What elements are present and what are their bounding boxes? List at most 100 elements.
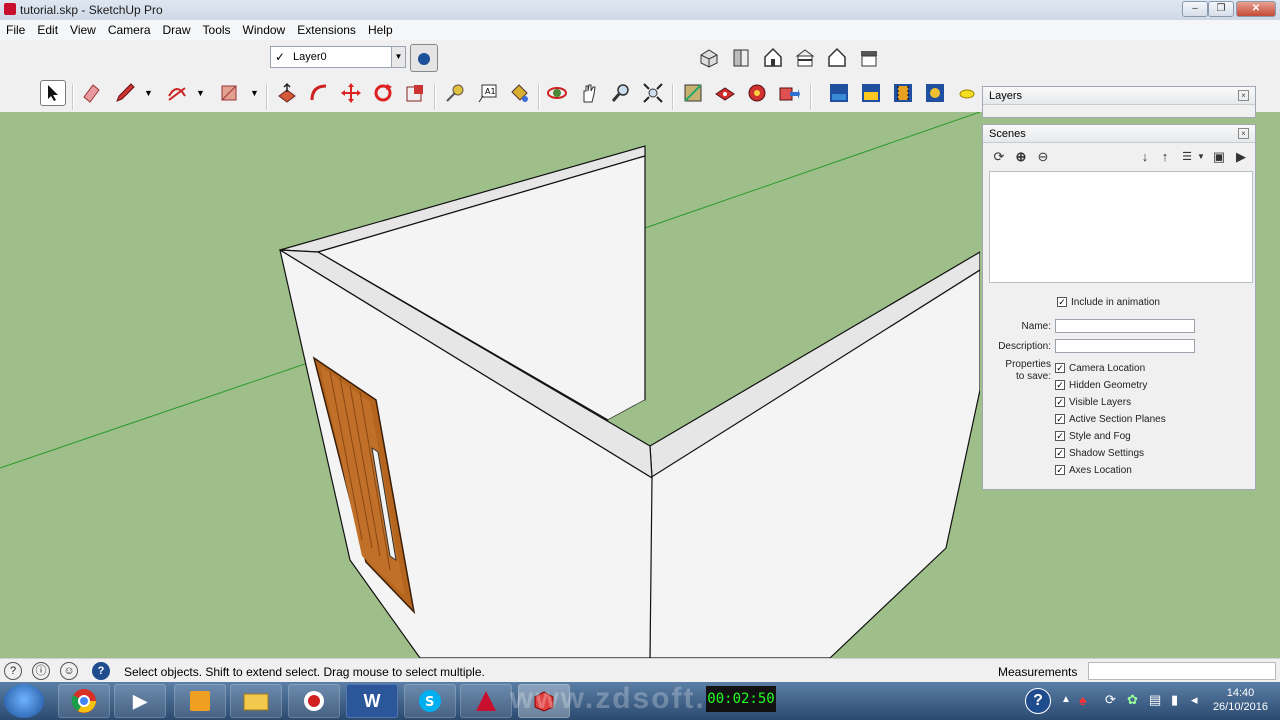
- back-view-icon[interactable]: [824, 44, 850, 70]
- sun-shadow-icon[interactable]: [954, 80, 980, 106]
- device-tray-icon[interactable]: ▤: [1149, 692, 1161, 708]
- svg-text:A1: A1: [485, 87, 496, 96]
- shadow-settings-checkbox[interactable]: ✓: [1055, 448, 1065, 458]
- menu-tools[interactable]: Tools: [197, 20, 237, 37]
- menu-view[interactable]: View: [64, 20, 102, 37]
- scenes-panel-header[interactable]: Scenes ×: [983, 125, 1255, 143]
- explorer-taskbar-icon[interactable]: [230, 684, 282, 718]
- move-scene-up-icon[interactable]: ↑: [1157, 149, 1173, 165]
- clock-time: 14:40: [1226, 687, 1255, 699]
- chevron-down-icon[interactable]: ▼: [1193, 149, 1209, 165]
- zoom-extents-icon[interactable]: [640, 80, 666, 106]
- green-axis-line: [644, 112, 980, 229]
- move-scene-down-icon[interactable]: ↓: [1137, 149, 1153, 165]
- hide-details-icon[interactable]: ▶: [1233, 149, 1249, 165]
- components-icon[interactable]: [712, 80, 738, 106]
- camera-location-checkbox[interactable]: ✓: [1055, 363, 1065, 373]
- media-player-taskbar-icon[interactable]: ▶: [114, 684, 166, 718]
- word-taskbar-icon[interactable]: W: [346, 684, 398, 718]
- iso-view-icon[interactable]: [696, 44, 722, 70]
- chrome-taskbar-icon[interactable]: [58, 684, 110, 718]
- move-icon[interactable]: [338, 80, 364, 106]
- push-pull-icon[interactable]: [274, 80, 300, 106]
- tape-measure-icon[interactable]: [442, 80, 468, 106]
- share-model-icon[interactable]: [776, 80, 802, 106]
- eraser-icon[interactable]: [78, 80, 104, 106]
- remove-scene-icon[interactable]: ⊖: [1035, 149, 1051, 165]
- select-arrow-icon[interactable]: [40, 80, 66, 106]
- user-icon[interactable]: ☺: [60, 662, 78, 680]
- menu-help[interactable]: Help: [362, 20, 399, 37]
- minimize-button[interactable]: –: [1182, 1, 1208, 17]
- include-animation-checkbox[interactable]: ✓: [1057, 297, 1067, 307]
- scene-description-field[interactable]: [1055, 339, 1195, 353]
- close-icon[interactable]: ×: [1238, 90, 1249, 101]
- style-and-fog-checkbox[interactable]: ✓: [1055, 431, 1065, 441]
- pencil-icon[interactable]: [112, 80, 138, 106]
- rotate-icon[interactable]: [370, 80, 396, 106]
- close-icon[interactable]: ×: [1238, 128, 1249, 139]
- chevron-down-icon[interactable]: ▼: [250, 88, 260, 98]
- menu-edit[interactable]: Edit: [31, 20, 64, 37]
- acrobat-tray-icon[interactable]: ♠: [1079, 692, 1086, 708]
- scenes-list[interactable]: [989, 171, 1253, 283]
- styles-xray-icon[interactable]: [826, 80, 852, 106]
- add-scene-icon[interactable]: ⊕: [1013, 149, 1029, 165]
- help-tray-icon[interactable]: ?: [1025, 688, 1051, 714]
- scale-icon[interactable]: [402, 80, 428, 106]
- layer-dropdown[interactable]: ✓ Layer0 ▼: [270, 46, 406, 68]
- follow-me-icon[interactable]: [306, 80, 332, 106]
- show-hidden-icons-icon[interactable]: ▲: [1061, 694, 1071, 705]
- warehouse-icon[interactable]: [744, 80, 770, 106]
- modeling-viewport[interactable]: [0, 112, 980, 658]
- chevron-down-icon[interactable]: ▼: [196, 88, 206, 98]
- skype-taskbar-icon[interactable]: S: [404, 684, 456, 718]
- close-button[interactable]: ✕: [1236, 1, 1276, 17]
- menu-draw[interactable]: Draw: [157, 20, 197, 37]
- active-section-planes-checkbox[interactable]: ✓: [1055, 414, 1065, 424]
- rectangle-icon[interactable]: [216, 80, 242, 106]
- menu-file[interactable]: File: [0, 20, 31, 37]
- volume-icon[interactable]: ◂: [1191, 692, 1198, 708]
- orbit-icon[interactable]: [544, 80, 570, 106]
- show-thumbnails-icon[interactable]: ▣: [1211, 149, 1227, 165]
- refresh-scene-icon[interactable]: ⟳: [991, 149, 1007, 165]
- scene-name-field[interactable]: [1055, 319, 1195, 333]
- hidden-geometry-checkbox[interactable]: ✓: [1055, 380, 1065, 390]
- geo-location-icon[interactable]: ?: [4, 662, 22, 680]
- outlook-taskbar-icon[interactable]: [174, 684, 226, 718]
- help-icon[interactable]: ?: [92, 662, 110, 680]
- start-button[interactable]: [4, 684, 44, 718]
- layers-panel-header[interactable]: Layers ×: [983, 87, 1255, 105]
- autocad-taskbar-icon[interactable]: [460, 684, 512, 718]
- menu-window[interactable]: Window: [237, 20, 292, 37]
- visible-layers-checkbox[interactable]: ✓: [1055, 397, 1065, 407]
- paint-bucket-icon[interactable]: [506, 80, 532, 106]
- styles-monochrome-icon[interactable]: [922, 80, 948, 106]
- styles-shaded-icon[interactable]: [858, 80, 884, 106]
- left-view-icon[interactable]: [856, 44, 882, 70]
- recorder-taskbar-icon[interactable]: [288, 684, 340, 718]
- chevron-down-icon[interactable]: ▼: [391, 47, 405, 67]
- top-view-icon[interactable]: [728, 44, 754, 70]
- right-view-icon[interactable]: [792, 44, 818, 70]
- layer-manager-icon[interactable]: [410, 44, 438, 72]
- menu-camera[interactable]: Camera: [102, 20, 157, 37]
- network-signal-icon[interactable]: ▮: [1171, 692, 1178, 708]
- sync-tray-icon[interactable]: ⟳: [1105, 692, 1116, 708]
- credits-icon[interactable]: ⓘ: [32, 662, 50, 680]
- security-tray-icon[interactable]: ✿: [1127, 692, 1138, 708]
- axes-location-checkbox[interactable]: ✓: [1055, 465, 1065, 475]
- zoom-icon[interactable]: [608, 80, 634, 106]
- pan-icon[interactable]: [576, 80, 602, 106]
- front-view-icon[interactable]: [760, 44, 786, 70]
- measurements-field[interactable]: [1088, 662, 1276, 680]
- arc-icon[interactable]: [164, 80, 190, 106]
- text-icon[interactable]: A1: [474, 80, 500, 106]
- section-plane-icon[interactable]: [680, 80, 706, 106]
- maximize-button[interactable]: ❐: [1208, 1, 1234, 17]
- menu-extensions[interactable]: Extensions: [291, 20, 362, 37]
- chevron-down-icon[interactable]: ▼: [144, 88, 154, 98]
- styles-texture-icon[interactable]: [890, 80, 916, 106]
- clock[interactable]: 14:40 26/10/2016: [1213, 686, 1268, 714]
